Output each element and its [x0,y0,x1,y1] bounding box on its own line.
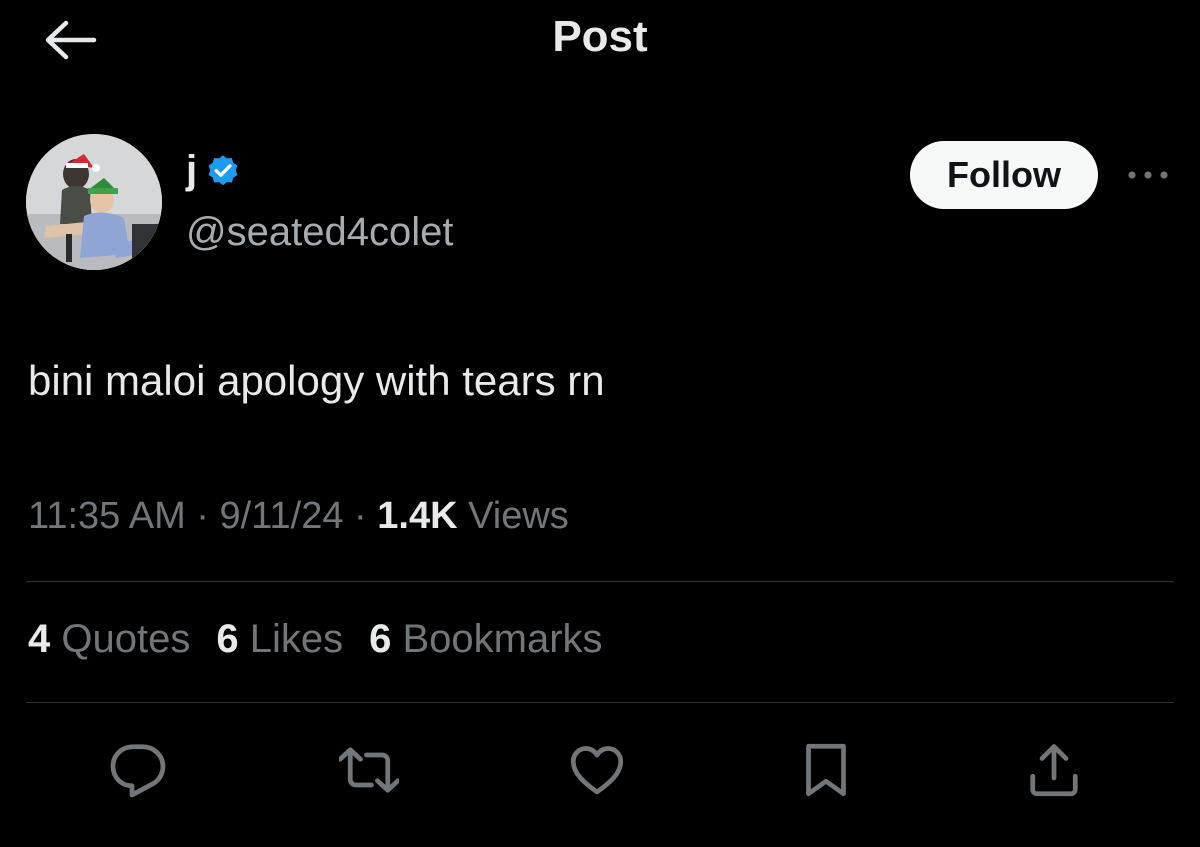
reply-icon [110,744,166,798]
meta-separator: · [354,495,367,537]
likes-label: Likes [249,617,344,661]
reply-button[interactable] [98,730,178,810]
engagement-stats: 4 Quotes 6 Likes 6 Bookmarks [28,617,603,662]
likes-count: 6 [216,617,239,661]
back-button[interactable] [40,16,100,64]
like-icon [570,746,624,795]
post-date[interactable]: 9/11/24 [220,495,344,537]
bookmarks-count: 6 [369,617,392,661]
views-count: 1.4K [377,495,458,537]
repost-icon [339,747,399,793]
post-meta: 11:35 AM · 9/11/24 · 1.4K Views [28,495,569,538]
quotes-count: 4 [28,617,51,661]
follow-button[interactable]: Follow [910,141,1098,209]
bookmarks-stat[interactable]: 6 Bookmarks [369,617,602,662]
divider [26,581,1174,582]
arrow-left-icon [45,20,97,60]
bookmark-icon [806,743,846,797]
likes-stat[interactable]: 6 Likes [216,617,343,662]
share-icon [1030,744,1078,797]
like-button[interactable] [557,730,637,810]
user-handle[interactable]: @seated4colet [186,210,453,255]
more-options-button[interactable] [1124,160,1172,190]
top-bar: Post [0,0,1200,80]
share-button[interactable] [1014,730,1094,810]
post-author: j @seated4colet Follow [26,134,1176,274]
verified-badge-icon [208,154,238,185]
more-horizontal-icon [1128,171,1168,179]
views-label: Views [468,495,569,537]
meta-separator: · [196,495,209,537]
quotes-label: Quotes [61,617,191,661]
post-time[interactable]: 11:35 AM [28,495,186,537]
bookmark-button[interactable] [786,730,866,810]
display-name[interactable]: j [186,148,197,193]
avatar[interactable] [26,134,162,270]
avatar-image [26,134,162,270]
name-row: j [186,148,241,193]
repost-button[interactable] [329,730,409,810]
bookmarks-label: Bookmarks [402,617,603,661]
divider [26,702,1174,703]
quotes-stat[interactable]: 4 Quotes [28,617,190,662]
action-bar [0,730,1200,810]
post-text: bini maloi apology with tears rn [28,357,605,404]
page-title: Post [552,12,648,61]
